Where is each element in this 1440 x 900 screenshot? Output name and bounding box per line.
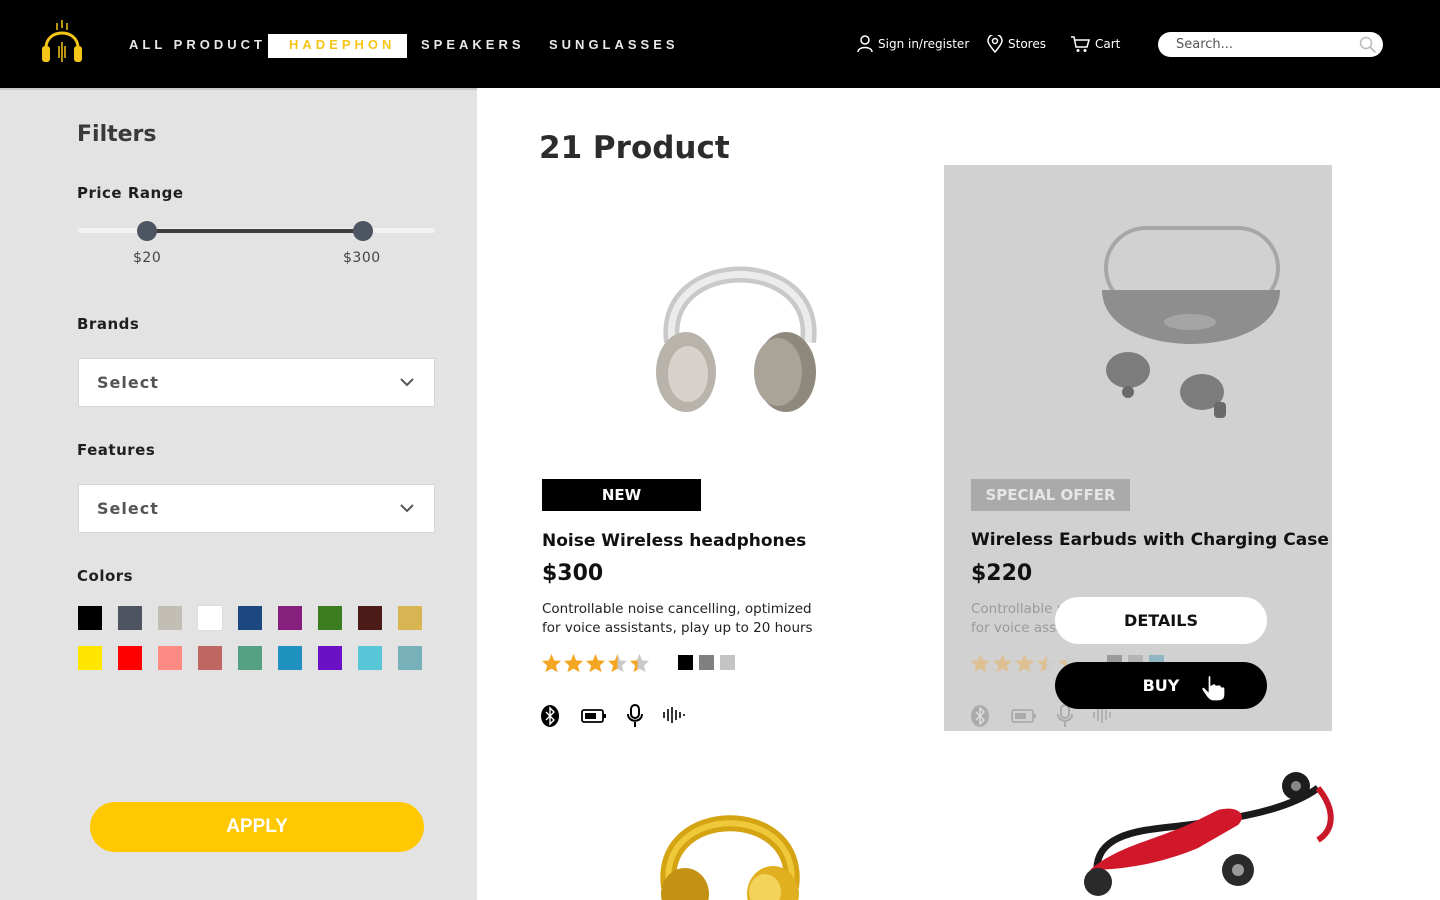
price-max-label: $300 — [343, 250, 381, 266]
color-swatch[interactable] — [238, 646, 262, 670]
apply-button[interactable]: APPLY — [90, 802, 424, 852]
cart-label: Cart — [1095, 37, 1121, 51]
color-swatch[interactable] — [197, 605, 223, 631]
color-option-2[interactable] — [699, 655, 714, 670]
sign-in-label: Sign in/register — [878, 37, 970, 51]
buy-button[interactable]: BUY — [1055, 662, 1267, 709]
filters-sidebar: Filters Price Range $20 $300 Brands Sele… — [0, 88, 477, 900]
price-min-thumb[interactable] — [137, 221, 157, 241]
color-swatch[interactable] — [78, 646, 102, 670]
details-button[interactable]: DETAILS — [1055, 597, 1267, 644]
star-icon — [1036, 653, 1057, 677]
star-icon — [1014, 653, 1035, 677]
gold-headphones-product-image — [660, 815, 800, 900]
color-swatch[interactable] — [398, 606, 422, 630]
top-navigation-bar: ALL PRODUCT HADEPHON SPEAKERS SUNGLASSES… — [0, 0, 1440, 88]
cart-icon — [1071, 36, 1090, 52]
nav-sunglasses[interactable]: SUNGLASSES — [549, 34, 679, 58]
bluetooth-icon — [541, 705, 559, 727]
color-option-1[interactable] — [678, 655, 693, 670]
price-min-label: $20 — [133, 250, 162, 266]
color-swatch[interactable] — [318, 606, 342, 630]
color-swatch[interactable] — [198, 646, 222, 670]
battery-icon — [1011, 709, 1036, 723]
features-select[interactable]: Select — [78, 484, 435, 533]
sport-headphones-product-image — [1084, 772, 1334, 896]
search-input[interactable] — [1176, 35, 1346, 54]
bluetooth-icon — [971, 705, 989, 727]
headphones-product-image — [656, 266, 817, 412]
star-icon — [970, 653, 991, 677]
color-swatch[interactable] — [278, 606, 302, 630]
filters-title: Filters — [77, 122, 157, 147]
color-swatch[interactable] — [278, 646, 302, 670]
product-badge: SPECIAL OFFER — [971, 479, 1130, 511]
search-icon[interactable] — [1359, 36, 1377, 54]
product-description-line-2: for voice assistants, play up to 20 hour… — [542, 620, 813, 636]
earbuds-product-image — [1102, 226, 1280, 418]
nav-all-product[interactable]: ALL PRODUCT — [129, 34, 266, 58]
color-option-3[interactable] — [720, 655, 735, 670]
nav-hadephon[interactable]: HADEPHON — [268, 34, 407, 58]
star-icon — [629, 653, 650, 677]
brands-select[interactable]: Select — [78, 358, 435, 407]
microphone-icon — [627, 704, 643, 727]
price-range-fill — [147, 229, 363, 233]
price-max-thumb[interactable] — [353, 221, 373, 241]
color-swatch[interactable] — [118, 606, 142, 630]
sound-wave-icon — [663, 707, 685, 723]
brands-select-value: Select — [97, 373, 159, 392]
cart-link[interactable]: Cart — [1070, 34, 1120, 54]
colors-label: Colors — [77, 567, 134, 585]
location-pin-icon — [987, 35, 1003, 53]
chevron-down-icon — [400, 378, 414, 387]
star-icon — [607, 653, 628, 677]
product-price: $300 — [542, 561, 604, 586]
color-swatch[interactable] — [398, 646, 422, 670]
color-swatch[interactable] — [158, 646, 182, 670]
stores-label: Stores — [1008, 37, 1046, 51]
search-box — [1158, 32, 1383, 57]
features-label: Features — [77, 441, 156, 459]
product-description-line-1: Controllable noise cancelling, optimized — [542, 601, 812, 617]
rating-stars — [541, 653, 650, 677]
sign-in-link[interactable]: Sign in/register — [857, 34, 969, 54]
chevron-down-icon — [400, 504, 414, 513]
color-swatch[interactable] — [238, 606, 262, 630]
color-swatch[interactable] — [158, 606, 182, 630]
nav-speakers[interactable]: SPEAKERS — [421, 34, 525, 58]
product-badge: NEW — [542, 479, 701, 511]
product-name[interactable]: Wireless Earbuds with Charging Case — [971, 530, 1329, 550]
price-range-label: Price Range — [77, 184, 184, 202]
color-swatch[interactable] — [118, 646, 142, 670]
star-icon — [563, 653, 584, 677]
brands-label: Brands — [77, 315, 140, 333]
color-swatch[interactable] — [78, 606, 102, 630]
user-icon — [857, 35, 873, 53]
color-swatch[interactable] — [358, 646, 382, 670]
star-icon — [541, 653, 562, 677]
stores-link[interactable]: Stores — [987, 34, 1046, 54]
star-icon — [585, 653, 606, 677]
features-select-value: Select — [97, 499, 159, 518]
product-count-title: 21 Product — [539, 130, 730, 166]
color-swatch[interactable] — [318, 646, 342, 670]
product-price: $220 — [971, 561, 1033, 586]
headphones-logo[interactable] — [40, 18, 84, 66]
product-name[interactable]: Noise Wireless headphones — [542, 531, 806, 551]
color-swatch[interactable] — [358, 606, 382, 630]
star-icon — [992, 653, 1013, 677]
hand-pointer-icon — [1201, 674, 1226, 702]
battery-icon — [581, 709, 606, 723]
product-description: Controllable noise cancelling, optimized… — [542, 600, 842, 638]
